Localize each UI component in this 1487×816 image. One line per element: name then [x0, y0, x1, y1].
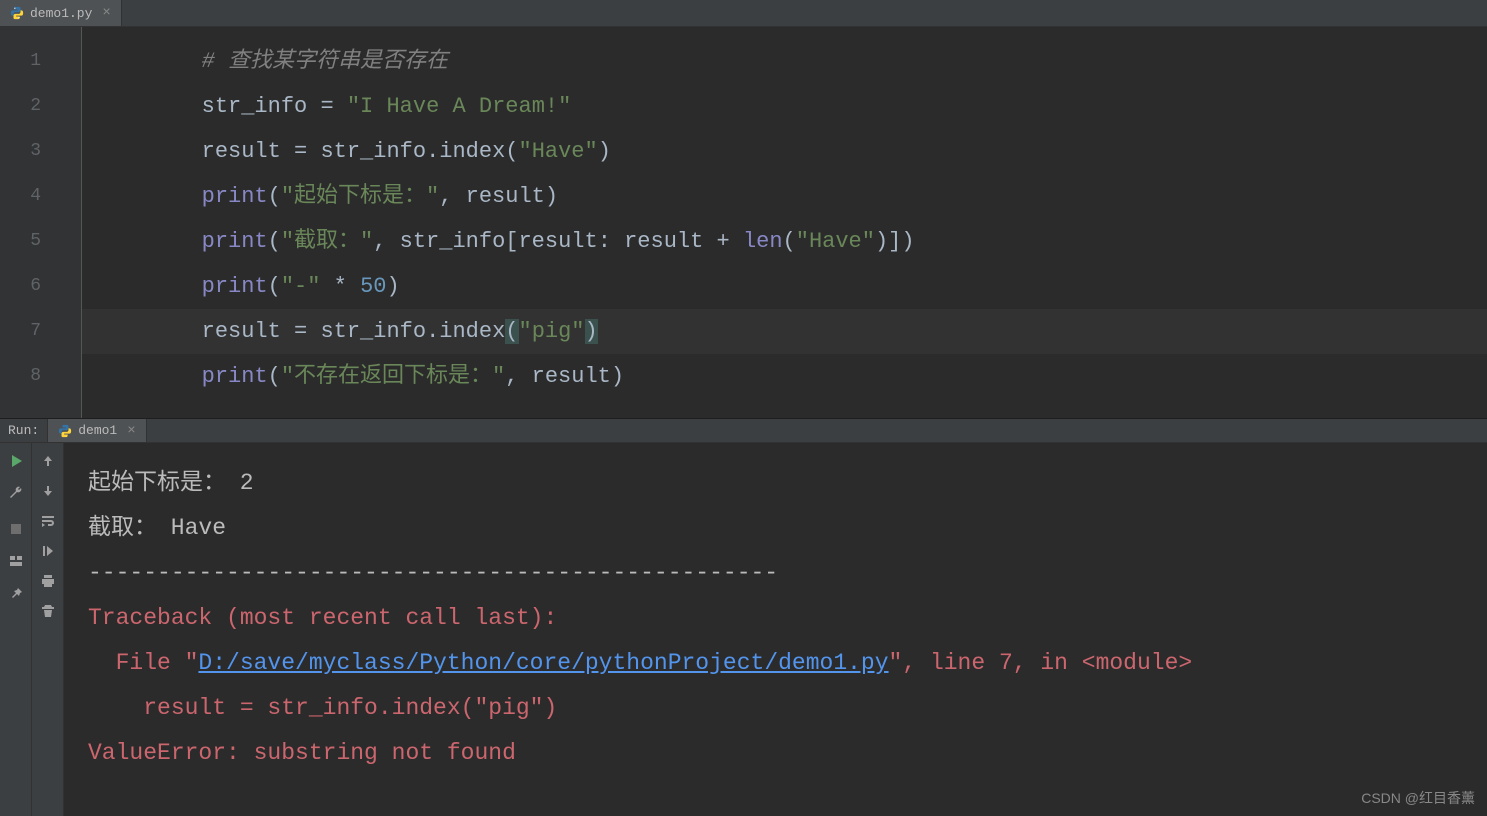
code-line[interactable]: print("-" * 50) [96, 264, 1487, 309]
stop-icon[interactable] [8, 521, 24, 537]
pin-icon[interactable] [8, 585, 24, 601]
up-arrow-icon[interactable] [40, 453, 56, 469]
code-lines[interactable]: # 查找某字符串是否存在 str_info = "I Have A Dream!… [82, 27, 1487, 418]
run-panel: Run: demo1 × 起始下标是： 2截取： Have-----------… [0, 418, 1487, 816]
run-config-tab[interactable]: demo1 × [47, 419, 146, 442]
down-arrow-icon[interactable] [40, 483, 56, 499]
code-body: 12345678 # 查找某字符串是否存在 str_info = "I Have… [0, 27, 1487, 418]
line-number: 5 [0, 219, 41, 264]
console-line: result = str_info.index("pig") [88, 686, 1467, 731]
code-line[interactable]: str_info = "I Have A Dream!" [96, 84, 1487, 129]
close-icon[interactable]: × [102, 5, 110, 21]
code-line[interactable]: result = str_info.index("Have") [96, 129, 1487, 174]
traceback-file-link[interactable]: D:/save/myclass/Python/core/pythonProjec… [198, 650, 888, 676]
file-tab-label: demo1.py [30, 6, 92, 21]
editor-tab-bar: demo1.py × [0, 0, 1487, 27]
wrench-icon[interactable] [8, 485, 24, 501]
run-tool-column-2 [32, 443, 64, 816]
editor-area: demo1.py × 12345678 # 查找某字符串是否存在 str_inf… [0, 0, 1487, 418]
console-line: ----------------------------------------… [88, 551, 1467, 596]
console-line: Traceback (most recent call last): [88, 596, 1467, 641]
run-body: 起始下标是： 2截取： Have------------------------… [0, 443, 1487, 816]
file-tab-demo1[interactable]: demo1.py × [0, 0, 122, 26]
run-tab-label: demo1 [78, 423, 117, 438]
print-icon[interactable] [40, 573, 56, 589]
line-number: 7 [0, 309, 41, 354]
close-icon[interactable]: × [127, 423, 135, 439]
console-line: 起始下标是： 2 [88, 461, 1467, 506]
watermark: CSDN @红目香薰 [1361, 788, 1475, 808]
soft-wrap-icon[interactable] [40, 513, 56, 529]
code-line[interactable]: print("不存在返回下标是：", result) [96, 354, 1487, 399]
line-number: 6 [0, 264, 41, 309]
line-gutter: 12345678 [0, 27, 64, 418]
trash-icon[interactable] [40, 603, 56, 619]
line-number: 2 [0, 84, 41, 129]
code-line[interactable]: print("起始下标是：", result) [96, 174, 1487, 219]
layout-icon[interactable] [8, 553, 24, 569]
code-line[interactable]: result = str_info.index("pig") [82, 309, 1487, 354]
code-line[interactable]: print("截取：", str_info[result: result + l… [96, 219, 1487, 264]
line-number: 8 [0, 354, 41, 399]
python-file-icon [10, 6, 24, 20]
line-number: 3 [0, 129, 41, 174]
code-margin [64, 27, 82, 418]
run-icon[interactable] [8, 453, 24, 469]
run-label: Run: [0, 423, 47, 438]
console-output[interactable]: 起始下标是： 2截取： Have------------------------… [64, 443, 1487, 816]
code-line[interactable]: # 查找某字符串是否存在 [96, 39, 1487, 84]
console-line: ValueError: substring not found [88, 731, 1467, 776]
console-line: File "D:/save/myclass/Python/core/python… [88, 641, 1467, 686]
python-icon [58, 424, 72, 438]
run-tool-column-1 [0, 443, 32, 816]
scroll-to-end-icon[interactable] [40, 543, 56, 559]
run-header: Run: demo1 × [0, 419, 1487, 443]
line-number: 1 [0, 39, 41, 84]
console-line: 截取： Have [88, 506, 1467, 551]
line-number: 4 [0, 174, 41, 219]
